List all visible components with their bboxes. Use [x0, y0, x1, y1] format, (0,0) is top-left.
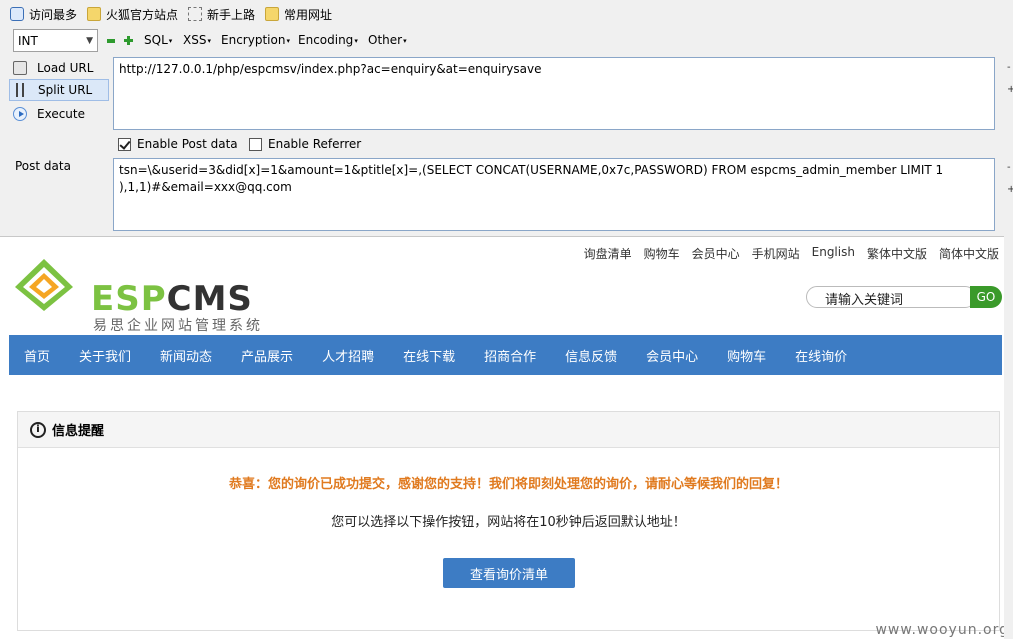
url-textarea[interactable]: http://127.0.0.1/php/espcmsv/index.php?a… [113, 57, 995, 130]
success-message: 恭喜：您的询价已成功提交，感谢您的支持！我们将即刻处理您的询价，请耐心等候我们的… [228, 477, 788, 492]
bookmark-common-sites[interactable]: 常用网址 [265, 6, 332, 23]
split-url-button[interactable]: Split URL [9, 79, 109, 101]
play-icon [13, 107, 27, 121]
top-links: 询盘清单 购物车 会员中心 手机网站 English 繁体中文版 简体中文版 [572, 245, 999, 262]
logo-esp: ESP [91, 279, 167, 319]
link-enquiry-list[interactable]: 询盘清单 [584, 245, 632, 262]
enable-post-checkbox[interactable]: Enable Post data [118, 137, 238, 151]
chevron-down-icon: ▼ [86, 35, 93, 46]
nav-about[interactable]: 关于我们 [79, 346, 131, 365]
link-simplified-chinese[interactable]: 简体中文版 [939, 245, 999, 262]
bookmark-most-visited[interactable]: 访问最多 [10, 6, 77, 23]
link-cart[interactable]: 购物车 [644, 245, 680, 262]
nav-downloads[interactable]: 在线下载 [403, 346, 455, 365]
logo-icon [15, 259, 73, 311]
checkbox-unchecked [249, 137, 262, 151]
hackbar-toolbar: INT ▼ SQL▾ XSS▾ Encryption▾ Encoding▾ Oth… [0, 28, 1013, 54]
search-go-button[interactable]: GO [970, 286, 1002, 308]
nav-jobs[interactable]: 人才招聘 [322, 346, 374, 365]
nav-feedback[interactable]: 信息反馈 [565, 346, 617, 365]
bookmark-label: 火狐官方站点 [106, 7, 179, 22]
menu-label: Other [368, 33, 403, 47]
post-data-label: Post data [15, 159, 71, 173]
nav-member[interactable]: 会员中心 [646, 346, 698, 365]
load-url-button[interactable]: Load URL [9, 57, 109, 79]
menu-label: Encoding [298, 33, 354, 47]
encoding-select-value: INT [18, 33, 38, 48]
execute-label: Execute [37, 107, 85, 121]
dropdown-icon: ▾ [354, 36, 358, 45]
nav-home[interactable]: 首页 [24, 346, 50, 365]
site-logo[interactable]: ESPCMS 易思企业网站管理系统 [13, 257, 273, 334]
nav-partners[interactable]: 招商合作 [484, 346, 536, 365]
message-box: i 信息提醒 恭喜：您的询价已成功提交，感谢您的支持！我们将即刻处理您的询价，请耐… [17, 411, 1000, 631]
load-url-label: Load URL [37, 61, 94, 75]
logo-cms: CMS [166, 279, 253, 319]
minus-icon[interactable] [107, 39, 115, 43]
message-box-title: 信息提醒 [52, 424, 105, 439]
info-icon: i [30, 421, 46, 438]
dropdown-icon: ▾ [286, 36, 290, 45]
split-url-label: Split URL [38, 83, 93, 97]
menu-encoding[interactable]: Encoding▾ [298, 33, 358, 47]
encoding-select[interactable]: INT ▼ [13, 29, 98, 52]
dropdown-icon: ▾ [168, 36, 173, 45]
view-enquiry-list-button[interactable]: 查看询价清单 [443, 558, 575, 588]
bookmark-getting-started[interactable]: 新手上路 [188, 6, 255, 23]
bookmarks-bar: 访问最多 火狐官方站点 新手上路 常用网址 [0, 0, 1013, 28]
folder-icon [87, 7, 102, 21]
enable-referrer-label: Enable Referrer [268, 137, 362, 151]
search-input[interactable]: 请输入关键词 [806, 286, 976, 308]
bookmark-label: 新手上路 [207, 7, 256, 22]
post-data-textarea[interactable]: tsn=\&userid=3&did[x]=1&amount=1&ptitle[… [113, 158, 995, 231]
link-traditional-chinese[interactable]: 繁体中文版 [867, 245, 927, 262]
nav-news[interactable]: 新闻动态 [160, 346, 212, 365]
vertical-scrollbar[interactable] [1004, 236, 1013, 639]
plus-icon[interactable] [124, 36, 133, 45]
watermark: www.wooyun.org [875, 622, 1009, 638]
link-member-center[interactable]: 会员中心 [692, 245, 740, 262]
execute-button[interactable]: Execute [9, 103, 109, 125]
message-box-header: i 信息提醒 [18, 412, 999, 448]
redirect-message: 您可以选择以下操作按钮，网站将在10秒钟后返回默认地址！ [331, 515, 686, 530]
menu-other[interactable]: Other▾ [368, 33, 407, 47]
web-page: 询盘清单 购物车 会员中心 手机网站 English 繁体中文版 简体中文版 E… [0, 236, 1013, 639]
logo-text: ESPCMS [91, 279, 253, 319]
link-mobile-site[interactable]: 手机网站 [752, 245, 800, 262]
main-nav: 首页 关于我们 新闻动态 产品展示 人才招聘 在线下载 招商合作 信息反馈 会员… [9, 335, 1002, 375]
bookmark-label: 访问最多 [29, 7, 78, 22]
nav-enquiry[interactable]: 在线询价 [795, 346, 847, 365]
gear-icon [10, 7, 24, 21]
screen: 访问最多 火狐官方站点 新手上路 常用网址 INT ▼ SQL▾ XSS▾ Enc… [0, 0, 1013, 639]
menu-xss[interactable]: XSS▾ [183, 33, 211, 47]
shrink-button[interactable]: - [1007, 162, 1011, 173]
dropdown-icon: ▾ [403, 36, 407, 45]
dropdown-icon: ▾ [207, 36, 211, 45]
shrink-button[interactable]: - [1007, 62, 1011, 73]
folder-icon [265, 7, 280, 21]
load-icon [13, 61, 27, 75]
scissors-icon [16, 83, 24, 97]
bookmark-firefox-site[interactable]: 火狐官方站点 [87, 6, 178, 23]
checkbox-checked [118, 137, 131, 151]
menu-label: SQL [144, 33, 168, 47]
menu-sql[interactable]: SQL▾ [144, 33, 172, 47]
bookmark-label: 常用网址 [284, 7, 333, 22]
menu-label: XSS [183, 33, 207, 47]
logo-subtitle: 易思企业网站管理系统 [93, 318, 263, 334]
expand-button[interactable]: + [1007, 184, 1013, 195]
page-icon [188, 7, 203, 21]
nav-cart[interactable]: 购物车 [727, 346, 766, 365]
expand-button[interactable]: + [1007, 84, 1013, 95]
link-english[interactable]: English [812, 245, 855, 262]
enable-post-label: Enable Post data [137, 137, 238, 151]
enable-referrer-checkbox[interactable]: Enable Referrer [249, 137, 361, 151]
menu-encryption[interactable]: Encryption▾ [221, 33, 290, 47]
nav-products[interactable]: 产品展示 [241, 346, 293, 365]
menu-label: Encryption [221, 33, 286, 47]
